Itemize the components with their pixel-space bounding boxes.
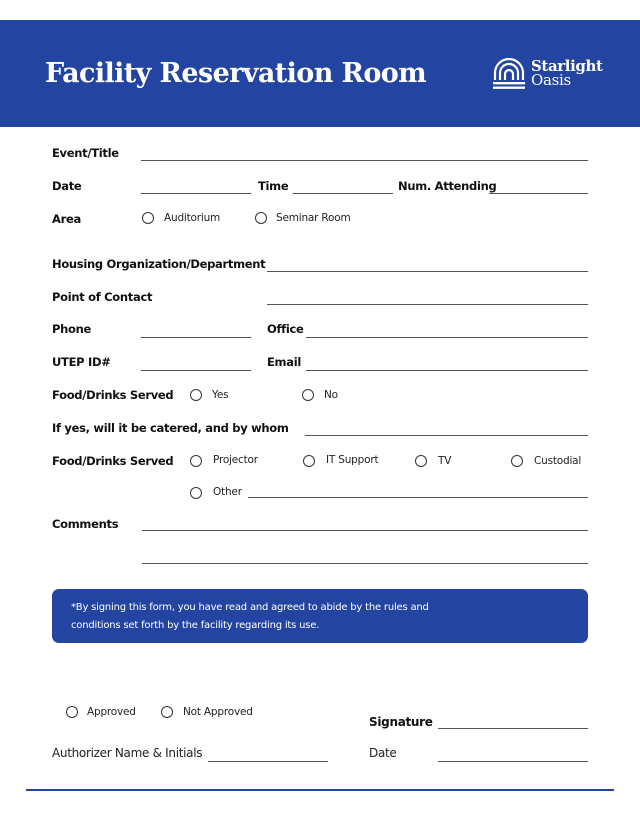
approval-date-label: Date: [369, 746, 397, 760]
signature-field[interactable]: [438, 728, 588, 729]
housing-org-field[interactable]: [267, 271, 588, 272]
time-field[interactable]: [293, 193, 393, 194]
food-no-label: No: [324, 389, 338, 401]
time-label: Time: [258, 179, 289, 193]
signature-label: Signature: [369, 715, 433, 729]
authorizer-field[interactable]: [208, 761, 328, 762]
service-custodial-label: Custodial: [534, 455, 582, 467]
comments-field-line-2[interactable]: [142, 563, 588, 564]
email-label: Email: [267, 355, 301, 369]
service-tv-radio[interactable]: [415, 455, 427, 467]
phone-field[interactable]: [141, 337, 251, 338]
service-other-radio[interactable]: [190, 487, 202, 499]
service-projector-label: Projector: [213, 454, 258, 466]
page-title: Facility Reservation Room: [45, 58, 427, 89]
not-approved-radio[interactable]: [161, 706, 173, 718]
utep-id-label: UTEP ID#: [52, 355, 111, 369]
service-it-support-radio[interactable]: [303, 455, 315, 467]
num-attending-field[interactable]: [489, 193, 588, 194]
comments-label: Comments: [52, 517, 119, 531]
arch-building-icon: [493, 58, 525, 89]
service-projector-radio[interactable]: [190, 455, 202, 467]
service-it-support-label: IT Support: [326, 454, 379, 466]
phone-label: Phone: [52, 322, 92, 336]
catered-label: If yes, will it be catered, and by whom: [52, 421, 289, 435]
service-other-field[interactable]: [248, 497, 588, 498]
area-seminar-room-label: Seminar Room: [276, 212, 351, 224]
not-approved-label: Not Approved: [183, 706, 253, 718]
event-title-field[interactable]: [141, 160, 588, 161]
approved-radio[interactable]: [66, 706, 78, 718]
date-field[interactable]: [141, 193, 251, 194]
date-label: Date: [52, 179, 82, 193]
brand-logo: Starlight Oasis: [493, 58, 603, 92]
food-drinks-label: Food/Drinks Served: [52, 388, 174, 402]
email-field[interactable]: [306, 370, 588, 371]
services-label: Food/Drinks Served: [52, 454, 174, 468]
agreement-notice: *By signing this form, you have read and…: [52, 589, 588, 643]
service-tv-label: TV: [438, 455, 452, 467]
office-field[interactable]: [306, 337, 588, 338]
service-custodial-radio[interactable]: [511, 455, 523, 467]
comments-field-line-1[interactable]: [142, 530, 588, 531]
food-no-radio[interactable]: [302, 389, 314, 401]
food-yes-label: Yes: [212, 389, 229, 401]
area-seminar-room-radio[interactable]: [255, 212, 267, 224]
area-label: Area: [52, 212, 81, 226]
food-yes-radio[interactable]: [190, 389, 202, 401]
approval-date-field[interactable]: [438, 761, 588, 762]
num-attending-label: Num. Attending: [398, 179, 497, 193]
housing-org-label: Housing Organization/Department: [52, 257, 266, 271]
approved-label: Approved: [87, 706, 136, 718]
point-of-contact-field[interactable]: [267, 304, 588, 305]
agreement-notice-text: *By signing this form, you have read and…: [71, 602, 429, 631]
catered-field[interactable]: [305, 435, 588, 436]
area-auditorium-label: Auditorium: [164, 212, 221, 224]
footer-divider: [26, 789, 614, 791]
utep-id-field[interactable]: [141, 370, 251, 371]
area-auditorium-radio[interactable]: [142, 212, 154, 224]
brand-name-line2: Oasis: [531, 71, 571, 89]
office-label: Office: [267, 322, 304, 336]
event-title-label: Event/Title: [52, 146, 119, 160]
service-other-label: Other: [213, 486, 242, 498]
point-of-contact-label: Point of Contact: [52, 290, 153, 304]
authorizer-label: Authorizer Name & Initials: [52, 746, 203, 760]
header-banner: Facility Reservation Room Starlight Oasi…: [0, 20, 640, 127]
